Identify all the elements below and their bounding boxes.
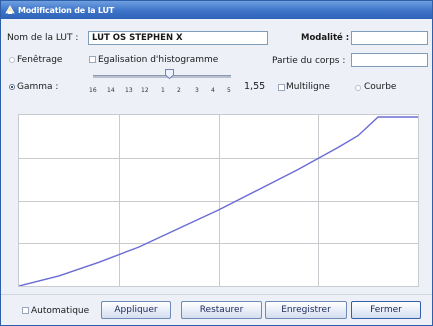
lut-window: Modification de la LUT Nom de la LUT : L… <box>0 0 433 326</box>
footer-divider <box>1 294 432 295</box>
gamma-slider-thumb[interactable] <box>165 69 174 80</box>
title-bar[interactable]: Modification de la LUT <box>1 1 432 19</box>
egalisation-checkbox[interactable] <box>89 56 96 63</box>
partie-label: Partie du corps : <box>272 56 346 66</box>
tick-label: 12 <box>141 87 149 94</box>
automatique-label: Automatique <box>31 306 90 316</box>
tick-label: 14 <box>107 87 115 94</box>
egalisation-label: Egalisation d'histogramme <box>98 55 219 65</box>
lut-curve-svg <box>18 115 418 287</box>
tick-label: 2 <box>177 87 181 94</box>
nom-label: Nom de la LUT : <box>7 33 79 43</box>
lut-curve-plot <box>18 114 419 287</box>
courbe-label: Courbe <box>364 82 397 92</box>
appliquer-button[interactable]: Appliquer <box>101 301 171 319</box>
gamma-slider-track[interactable] <box>93 75 231 78</box>
fenetrage-label: Fenêtrage <box>17 55 63 65</box>
gamma-value: 1,55 <box>244 81 266 92</box>
fermer-button[interactable]: Fermer <box>351 301 421 319</box>
lut-app-icon <box>5 5 15 15</box>
restaurer-button[interactable]: Restaurer <box>181 301 262 319</box>
enregistrer-button[interactable]: Enregistrer <box>265 301 347 319</box>
gamma-label: Gamma : <box>17 82 59 92</box>
tick-label: 3 <box>195 87 199 94</box>
tick-label: 16 <box>89 87 97 94</box>
window-title: Modification de la LUT <box>18 5 115 15</box>
nom-lut-input[interactable]: LUT OS STEPHEN X <box>88 31 268 45</box>
tick-label: 1 <box>161 87 165 94</box>
tick-label: 13 <box>125 87 133 94</box>
multiligne-label: Multiligne <box>286 82 330 92</box>
partie-corps-input[interactable] <box>351 53 428 67</box>
modalite-label: Modalité : <box>301 33 350 43</box>
fenetrage-radio[interactable] <box>9 57 15 63</box>
automatique-checkbox[interactable] <box>22 307 29 314</box>
courbe-radio[interactable] <box>355 85 361 91</box>
gamma-radio[interactable] <box>9 84 15 90</box>
multiligne-checkbox[interactable] <box>278 84 285 91</box>
tick-label: 4 <box>211 87 215 94</box>
tick-label: 5 <box>227 87 231 94</box>
modalite-input[interactable] <box>351 31 428 45</box>
